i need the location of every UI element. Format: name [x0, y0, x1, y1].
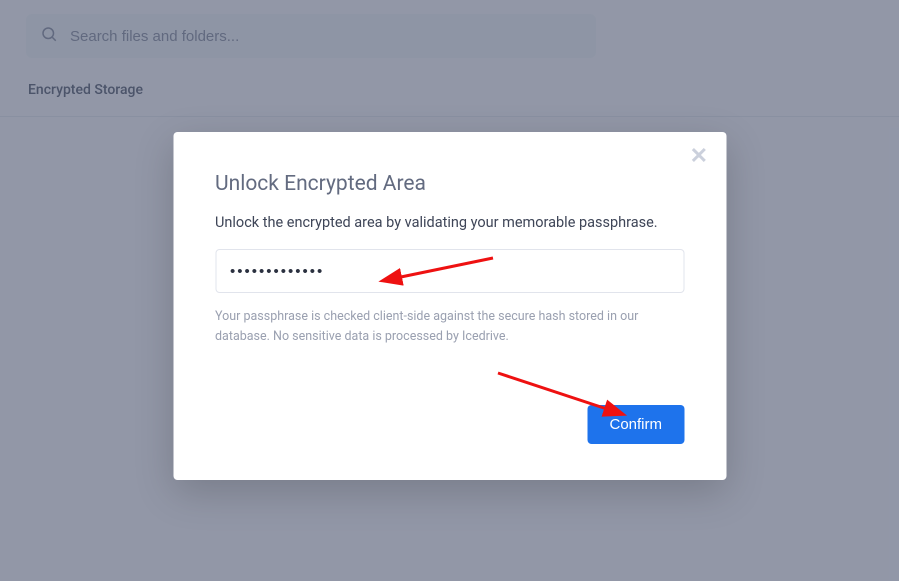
unlock-modal: ✕ Unlock Encrypted Area Unlock the encry…: [173, 132, 726, 480]
modal-actions: Confirm: [215, 405, 684, 444]
close-icon[interactable]: ✕: [690, 146, 708, 168]
helper-text: Your passphrase is checked client-side a…: [215, 307, 684, 347]
modal-description: Unlock the encrypted area by validating …: [215, 214, 684, 231]
confirm-button[interactable]: Confirm: [587, 405, 684, 444]
modal-title: Unlock Encrypted Area: [215, 172, 684, 196]
passphrase-input[interactable]: [215, 249, 684, 293]
